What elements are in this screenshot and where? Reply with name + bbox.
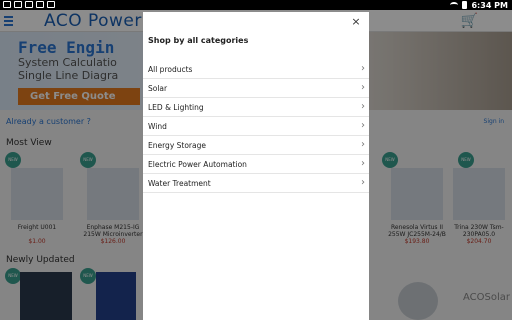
chevron-right-icon: › [361, 82, 365, 93]
category-item-energy-storage[interactable]: Energy Storage › [143, 136, 369, 155]
category-item-water-treatment[interactable]: Water Treatment › [143, 174, 369, 193]
chevron-right-icon: › [361, 177, 365, 188]
chevron-right-icon: › [361, 158, 365, 169]
category-item-wind[interactable]: Wind › [143, 117, 369, 136]
category-label: Wind [148, 122, 167, 131]
notification-icons [3, 1, 55, 8]
status-bar: 6:34 PM [0, 0, 512, 10]
close-icon[interactable]: × [349, 15, 363, 29]
chevron-right-icon: › [361, 139, 365, 150]
category-item-solar[interactable]: Solar › [143, 79, 369, 98]
chevron-right-icon: › [361, 101, 365, 112]
chevron-right-icon: › [361, 120, 365, 131]
category-label: All products [148, 65, 193, 74]
clock: 6:34 PM [471, 0, 508, 10]
category-item-electric-power-automation[interactable]: Electric Power Automation › [143, 155, 369, 174]
category-list: All products › Solar › LED & Lighting › … [143, 60, 369, 193]
notification-icon [3, 1, 11, 8]
category-label: Water Treatment [148, 179, 211, 188]
category-dialog: × Shop by all categories All products › … [143, 12, 369, 320]
category-label: Electric Power Automation [148, 160, 247, 169]
notification-icon [36, 1, 44, 8]
notification-icon [14, 1, 22, 8]
wifi-icon [450, 2, 459, 8]
chevron-right-icon: › [361, 63, 365, 74]
category-item-led-lighting[interactable]: LED & Lighting › [143, 98, 369, 117]
notification-icon [47, 1, 55, 8]
notification-icon [25, 1, 33, 8]
category-label: LED & Lighting [148, 103, 204, 112]
category-item-all-products[interactable]: All products › [143, 60, 369, 79]
dialog-title: Shop by all categories [148, 36, 249, 45]
category-label: Energy Storage [148, 141, 206, 150]
category-label: Solar [148, 84, 168, 93]
battery-icon [462, 1, 468, 9]
